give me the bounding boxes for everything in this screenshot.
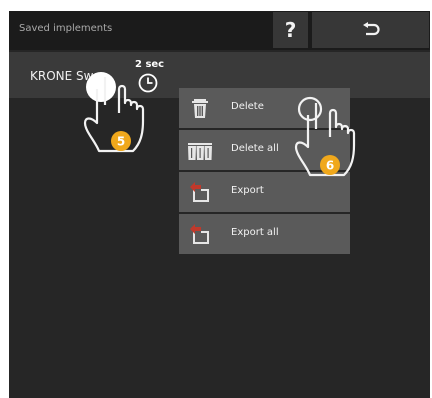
return-arrow-icon <box>362 22 380 36</box>
help-button[interactable]: ? <box>273 12 308 48</box>
hand-pointer-icon: 6 <box>294 96 356 177</box>
trash-icon <box>192 99 208 118</box>
back-button[interactable] <box>312 12 429 48</box>
step-5-badge: 5 <box>117 135 125 149</box>
hand-pointer-icon: 5 <box>83 72 145 153</box>
header-bar: Saved implements ? <box>9 11 430 50</box>
step-6-badge: 6 <box>326 159 334 173</box>
terminal-screen: Saved implements ? KRONE Sw Delete Delet… <box>9 11 430 398</box>
export-all-label: Export all <box>231 227 279 238</box>
page-title: Saved implements <box>19 23 113 34</box>
export-label: Export <box>231 185 264 196</box>
export-all-icon <box>190 224 209 244</box>
export-icon <box>190 182 209 202</box>
trash-multiple-icon <box>188 143 212 160</box>
export-all-menu-item[interactable]: Export all <box>179 214 350 254</box>
delete-all-label: Delete all <box>231 143 279 154</box>
delete-label: Delete <box>231 101 264 112</box>
